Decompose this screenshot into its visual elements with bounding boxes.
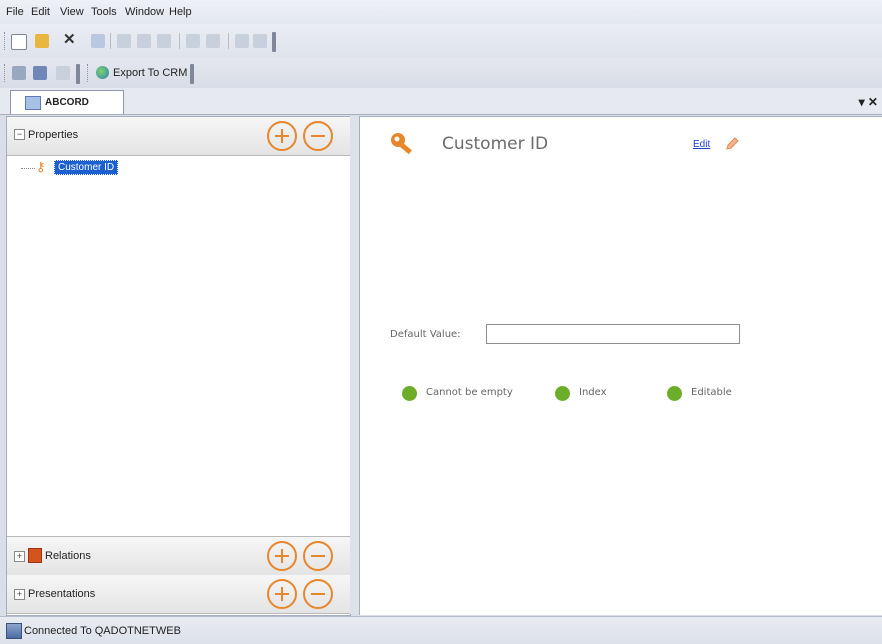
index-label: Index <box>579 387 607 398</box>
presentations-label: Presentations <box>28 588 96 600</box>
cut-icon[interactable] <box>117 34 131 48</box>
menu-tools[interactable]: Tools <box>91 6 117 18</box>
database-icon[interactable] <box>12 66 26 80</box>
open-icon[interactable] <box>35 34 49 48</box>
export-label: Export To CRM <box>113 67 188 79</box>
paste-icon[interactable] <box>157 34 171 48</box>
save-icon[interactable] <box>91 34 105 48</box>
menu-bar: File Edit View Tools Window Help <box>0 0 882 24</box>
cannot-be-empty-label: Cannot be empty <box>426 387 513 398</box>
close-pane-icon[interactable]: ▾ ✕ <box>859 95 878 109</box>
export-icon <box>96 66 109 79</box>
tree-line <box>21 168 35 170</box>
tree-item-customer-id[interactable]: Customer ID <box>54 160 119 175</box>
remove-presentation-button[interactable] <box>303 579 333 609</box>
add-presentation-button[interactable] <box>267 579 297 609</box>
properties-header[interactable]: − Properties <box>7 117 350 156</box>
editable-label: Editable <box>691 387 732 398</box>
refresh-icon[interactable] <box>56 66 70 80</box>
menu-window[interactable]: Window <box>125 6 164 18</box>
toolbar-separator <box>228 33 229 49</box>
new-icon[interactable] <box>11 34 27 50</box>
key-icon: ⚷ <box>36 159 46 174</box>
pane-splitter[interactable] <box>350 116 359 614</box>
document-tab-strip <box>0 88 882 115</box>
edit-link[interactable]: Edit <box>693 139 710 150</box>
document-icon <box>25 96 41 110</box>
add-relation-button[interactable] <box>267 541 297 571</box>
toolbar-overflow[interactable] <box>76 64 80 84</box>
tab-label: ABCORD <box>45 97 89 108</box>
menu-file[interactable]: File <box>6 6 24 18</box>
redo-icon[interactable] <box>206 34 220 48</box>
indent-icon[interactable] <box>253 34 267 48</box>
connection-status: Connected To QADOTNETWEB <box>24 625 181 637</box>
default-value-input[interactable] <box>486 324 740 344</box>
delete-icon[interactable]: ✕ <box>63 32 77 47</box>
cannot-be-empty-indicator[interactable] <box>402 386 417 401</box>
copy-icon[interactable] <box>137 34 151 48</box>
toolbar-grip[interactable] <box>4 64 8 82</box>
property-detail-pane <box>359 116 882 615</box>
expand-icon[interactable]: + <box>14 551 25 562</box>
menu-edit[interactable]: Edit <box>31 6 50 18</box>
menu-view[interactable]: View <box>60 6 84 18</box>
relations-header[interactable]: + Relations <box>7 536 350 576</box>
toolbar-grip[interactable] <box>4 32 8 50</box>
toolbar-separator <box>179 33 180 49</box>
undo-icon[interactable] <box>186 34 200 48</box>
crm-toolbar: Export To CRM <box>0 58 882 88</box>
field-title: Customer ID <box>442 134 549 154</box>
relations-icon[interactable] <box>33 66 47 80</box>
editable-indicator[interactable] <box>667 386 682 401</box>
toolbar-overflow[interactable] <box>190 64 194 84</box>
properties-label: Properties <box>28 129 79 141</box>
remove-property-button[interactable] <box>303 121 333 151</box>
toolbar-overflow[interactable] <box>272 32 276 52</box>
menu-help[interactable]: Help <box>169 6 192 18</box>
entity-tree-pane: − Properties ⚷ Customer ID + Relations +… <box>6 116 351 616</box>
index-indicator[interactable] <box>555 386 570 401</box>
collapse-icon[interactable]: − <box>14 129 25 140</box>
tab-abcord[interactable]: ABCORD <box>10 90 124 114</box>
standard-toolbar: ✕ <box>0 24 882 58</box>
remove-relation-button[interactable] <box>303 541 333 571</box>
pencil-icon[interactable] <box>724 136 740 152</box>
relations-label: Relations <box>45 550 91 562</box>
expand-icon[interactable]: + <box>14 589 25 600</box>
presentations-header[interactable]: + Presentations <box>7 575 350 614</box>
find-icon[interactable] <box>235 34 249 48</box>
toolbar-separator <box>110 33 111 49</box>
toolbar-grip[interactable] <box>87 64 91 82</box>
server-icon <box>6 623 22 639</box>
relations-icon <box>28 548 42 563</box>
default-value-label: Default Value: <box>390 329 461 340</box>
add-property-button[interactable] <box>267 121 297 151</box>
key-icon <box>388 130 418 160</box>
